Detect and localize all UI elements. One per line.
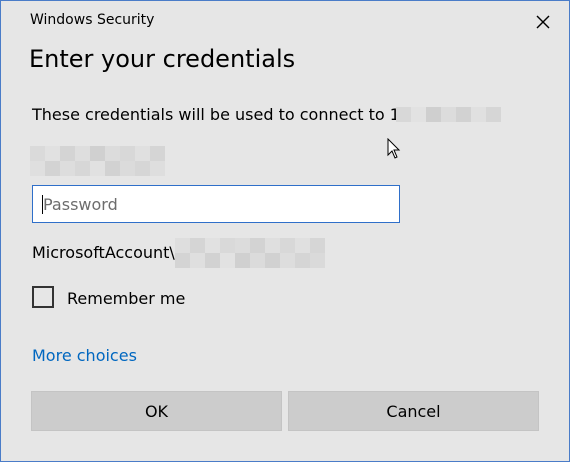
dialog-heading: Enter your credentials bbox=[29, 45, 296, 73]
account-label: MicrosoftAccount\ bbox=[32, 243, 175, 262]
remember-me-checkbox[interactable] bbox=[32, 286, 54, 308]
credentials-dialog: Windows Security Enter your credentials … bbox=[0, 0, 570, 462]
cancel-button[interactable]: Cancel bbox=[288, 391, 539, 431]
mouse-pointer-icon bbox=[387, 138, 401, 159]
password-input[interactable] bbox=[32, 185, 400, 223]
redacted-username bbox=[30, 146, 165, 176]
redacted-server-address bbox=[396, 107, 501, 122]
ok-button[interactable]: OK bbox=[31, 391, 282, 431]
redacted-account-name bbox=[175, 238, 325, 268]
close-icon bbox=[536, 15, 550, 29]
remember-me-label[interactable]: Remember me bbox=[67, 289, 185, 308]
more-choices-link[interactable]: More choices bbox=[32, 346, 137, 365]
window-title: Windows Security bbox=[30, 12, 155, 28]
connection-description-text: These credentials will be used to connec… bbox=[32, 105, 411, 124]
account-prefix: MicrosoftAccount\ bbox=[32, 243, 175, 262]
connection-description: These credentials will be used to connec… bbox=[32, 105, 410, 124]
text-caret bbox=[42, 195, 43, 214]
close-button[interactable] bbox=[529, 9, 557, 35]
